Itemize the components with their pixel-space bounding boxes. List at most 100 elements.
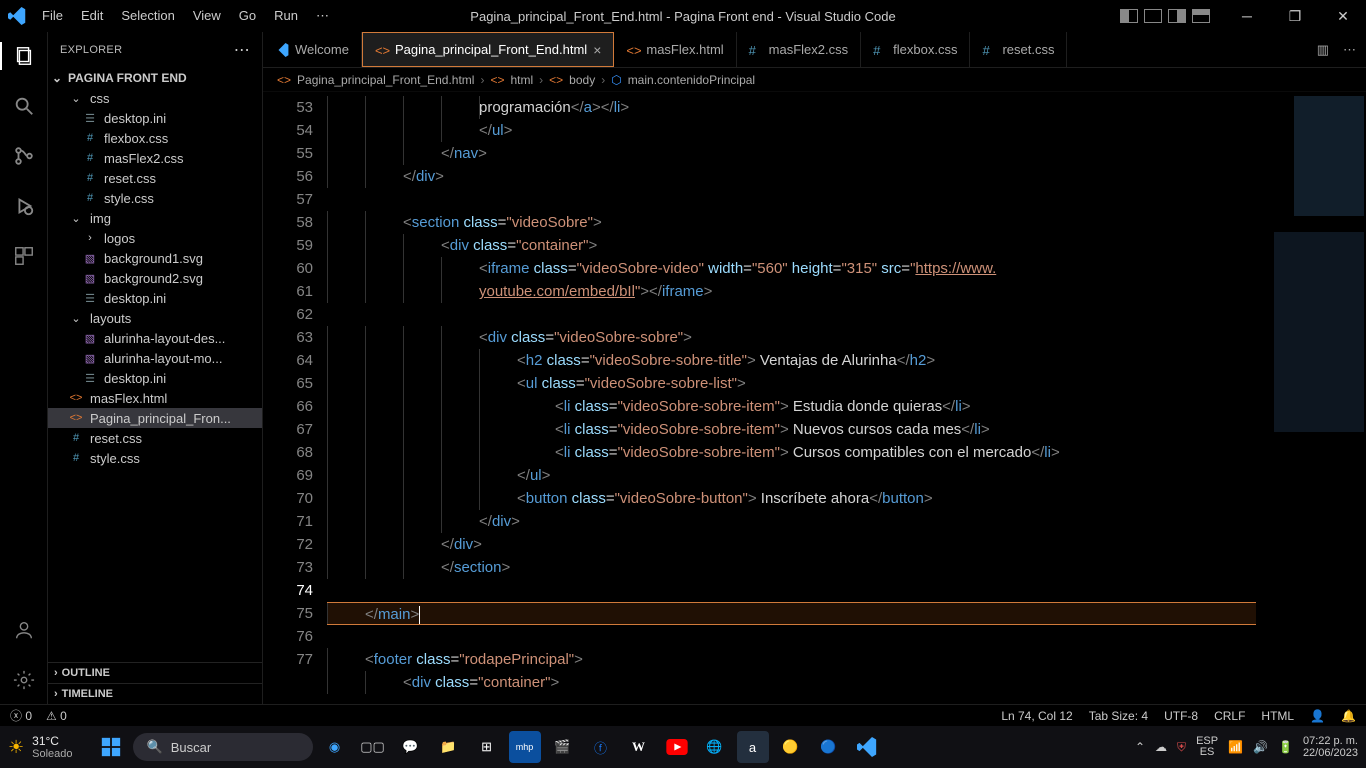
- layout-icon[interactable]: [1120, 9, 1138, 23]
- taskbar-wikipedia-icon[interactable]: W: [623, 731, 655, 763]
- layout-icon[interactable]: [1192, 9, 1210, 23]
- tree-file[interactable]: #style.css: [48, 448, 262, 468]
- activity-search-icon[interactable]: [0, 92, 48, 120]
- tree-folder[interactable]: ⌄css: [48, 88, 262, 108]
- tree-folder[interactable]: ⌄layouts: [48, 308, 262, 328]
- status-bell-icon[interactable]: 🔔: [1341, 709, 1356, 723]
- activity-settings-icon[interactable]: [0, 666, 48, 694]
- taskbar-vscode-icon[interactable]: [851, 731, 883, 763]
- layout-icon[interactable]: [1144, 9, 1162, 23]
- taskbar-app-icon[interactable]: mhp: [509, 731, 541, 763]
- explorer-menu-icon[interactable]: ⋯: [234, 40, 250, 60]
- editor-tab[interactable]: <>Pagina_principal_Front_End.html×: [362, 32, 614, 67]
- split-editor-icon[interactable]: ▥: [1317, 42, 1329, 58]
- tree-file[interactable]: #flexbox.css: [48, 128, 262, 148]
- code-area[interactable]: 5354555657585960616263646566676869707172…: [263, 92, 1366, 704]
- breadcrumb-part[interactable]: main.contenidoPrincipal: [628, 73, 755, 87]
- status-ln-col[interactable]: Ln 74, Col 12: [1001, 709, 1072, 723]
- taskbar-taskview-icon[interactable]: ▢▢: [357, 731, 389, 763]
- tree-file[interactable]: #reset.css: [48, 168, 262, 188]
- tree-file[interactable]: ▧background1.svg: [48, 248, 262, 268]
- tree-file[interactable]: ▧alurinha-layout-des...: [48, 328, 262, 348]
- tree-folder[interactable]: ›logos: [48, 228, 262, 248]
- status-feedback-icon[interactable]: 👤: [1310, 709, 1325, 723]
- tree-item-label: style.css: [104, 191, 154, 206]
- tray-battery-icon[interactable]: 🔋: [1278, 740, 1293, 754]
- menu-go[interactable]: Go: [231, 4, 264, 28]
- taskbar-amazon-icon[interactable]: a: [737, 731, 769, 763]
- window-maximize[interactable]: ❐: [1272, 0, 1318, 32]
- activity-explorer-icon[interactable]: [0, 42, 48, 70]
- status-warnings[interactable]: ⚠ 0: [46, 709, 67, 723]
- status-tab-size[interactable]: Tab Size: 4: [1089, 709, 1148, 723]
- editor-tab[interactable]: #masFlex2.css: [737, 32, 861, 67]
- tray-onedrive-icon[interactable]: ☁: [1155, 740, 1167, 754]
- editor-group: Welcome<>Pagina_principal_Front_End.html…: [263, 32, 1366, 704]
- taskbar-clipchamp-icon[interactable]: 🎬: [547, 731, 579, 763]
- layout-icon[interactable]: [1168, 9, 1186, 23]
- tray-chevron-icon[interactable]: ⌃: [1135, 740, 1145, 754]
- tree-file[interactable]: #masFlex2.css: [48, 148, 262, 168]
- tree-file[interactable]: ▧background2.svg: [48, 268, 262, 288]
- tree-folder[interactable]: ⌄img: [48, 208, 262, 228]
- code-content[interactable]: programación</a></li></ul></nav></div><s…: [327, 92, 1256, 704]
- tray-volume-icon[interactable]: 🔊: [1253, 740, 1268, 754]
- menu-edit[interactable]: Edit: [73, 4, 111, 28]
- breadcrumb-part[interactable]: html: [510, 73, 533, 87]
- taskbar-chrome2-icon[interactable]: 🔵: [813, 731, 845, 763]
- activity-scm-icon[interactable]: [0, 142, 48, 170]
- tree-file[interactable]: <>Pagina_principal_Fron...: [48, 408, 262, 428]
- more-icon[interactable]: ⋯: [1343, 42, 1356, 58]
- taskbar-facebook-icon[interactable]: ⓕ: [585, 731, 617, 763]
- editor-tab[interactable]: Welcome: [263, 32, 362, 67]
- window-minimize[interactable]: ─: [1224, 0, 1270, 32]
- activity-extensions-icon[interactable]: [0, 242, 48, 270]
- taskbar-bing-icon[interactable]: ◉: [319, 731, 351, 763]
- activity-account-icon[interactable]: [0, 616, 48, 644]
- taskbar-explorer-icon[interactable]: 📁: [433, 731, 465, 763]
- tray-wifi-icon[interactable]: 📶: [1228, 740, 1243, 754]
- timeline-section[interactable]: ›TIMELINE: [48, 683, 262, 704]
- menu-selection[interactable]: Selection: [113, 4, 182, 28]
- editor-tab[interactable]: #reset.css: [970, 32, 1067, 67]
- tray-security-icon[interactable]: ⛨: [1177, 740, 1186, 755]
- status-errors[interactable]: ⓧ 0: [10, 707, 32, 724]
- tree-file[interactable]: #reset.css: [48, 428, 262, 448]
- start-button[interactable]: [95, 731, 127, 763]
- activity-debug-icon[interactable]: [0, 192, 48, 220]
- menu-run[interactable]: Run: [266, 4, 306, 28]
- tree-file[interactable]: ▧alurinha-layout-mo...: [48, 348, 262, 368]
- taskbar-chat-icon[interactable]: 💬: [395, 731, 427, 763]
- taskbar-store-icon[interactable]: ⊞: [471, 731, 503, 763]
- taskbar-weather[interactable]: ☀ 31°CSoleado: [8, 734, 73, 760]
- tree-item-label: flexbox.css: [104, 131, 168, 146]
- taskbar-youtube-icon[interactable]: [661, 731, 693, 763]
- breadcrumb[interactable]: <> Pagina_principal_Front_End.html › <> …: [263, 68, 1366, 92]
- menu-file[interactable]: File: [34, 4, 71, 28]
- menu-view[interactable]: View: [185, 4, 229, 28]
- tray-clock[interactable]: 07:22 p. m.22/06/2023: [1303, 735, 1358, 759]
- taskbar-edge-icon[interactable]: 🌐: [699, 731, 731, 763]
- status-language[interactable]: HTML: [1261, 709, 1294, 723]
- tree-file[interactable]: ☰desktop.ini: [48, 368, 262, 388]
- breadcrumb-part[interactable]: body: [569, 73, 595, 87]
- taskbar-chrome-icon[interactable]: 🟡: [775, 731, 807, 763]
- breadcrumb-file[interactable]: Pagina_principal_Front_End.html: [297, 73, 474, 87]
- outline-section[interactable]: ›OUTLINE: [48, 662, 262, 683]
- tree-file[interactable]: <>masFlex.html: [48, 388, 262, 408]
- taskbar-search[interactable]: 🔍Buscar: [133, 733, 313, 761]
- tray-language[interactable]: ESPES: [1196, 736, 1218, 758]
- status-eol[interactable]: CRLF: [1214, 709, 1245, 723]
- tree-file[interactable]: ☰desktop.ini: [48, 108, 262, 128]
- layout-presets[interactable]: [1120, 9, 1210, 23]
- editor-tab[interactable]: #flexbox.css: [861, 32, 970, 67]
- menu-overflow-icon[interactable]: ⋯: [308, 4, 337, 28]
- project-section[interactable]: ⌄ PAGINA FRONT END: [48, 68, 262, 88]
- window-close[interactable]: ✕: [1320, 0, 1366, 32]
- tree-file[interactable]: #style.css: [48, 188, 262, 208]
- minimap[interactable]: [1256, 92, 1366, 704]
- editor-tab[interactable]: <>masFlex.html: [614, 32, 736, 67]
- close-icon[interactable]: ×: [593, 42, 601, 58]
- status-encoding[interactable]: UTF-8: [1164, 709, 1198, 723]
- tree-file[interactable]: ☰desktop.ini: [48, 288, 262, 308]
